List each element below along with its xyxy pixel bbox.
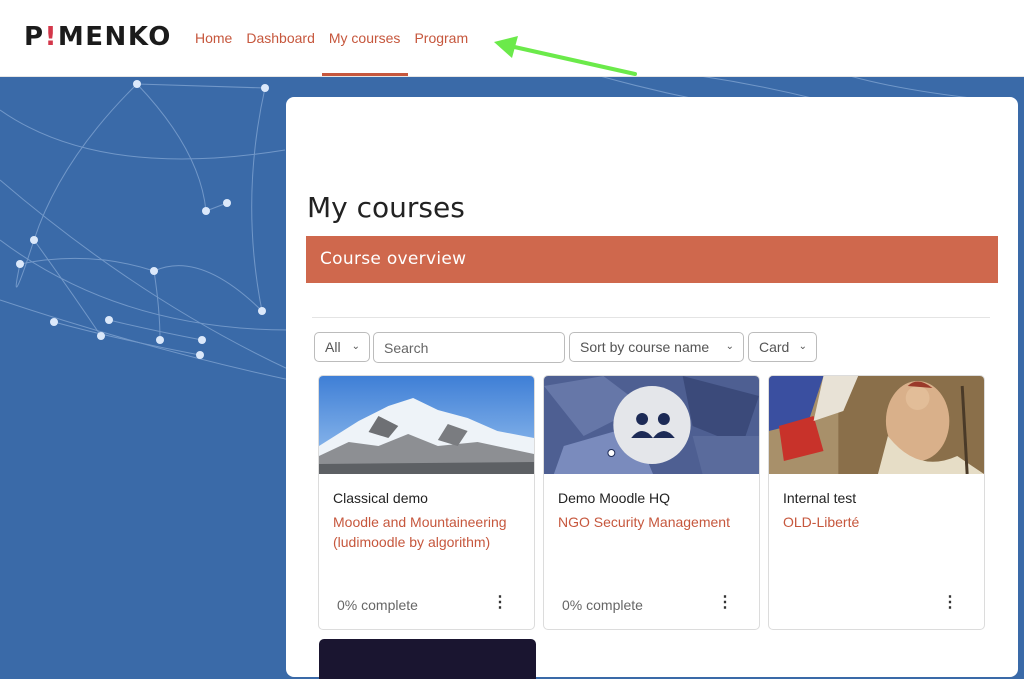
nav-dashboard[interactable]: Dashboard — [246, 0, 315, 76]
course-category: Demo Moodle HQ — [558, 490, 671, 506]
liberty-painting-image — [769, 376, 984, 474]
primary-navigation: Home Dashboard My courses Program — [195, 0, 482, 76]
section-title: Course overview — [320, 249, 467, 269]
group-discussion-image — [544, 376, 759, 474]
logo-text-left: P — [24, 22, 45, 52]
course-card[interactable]: Demo Moodle HQ NGO Security Management 0… — [543, 375, 760, 630]
course-category: Classical demo — [333, 490, 428, 506]
view-value: Card — [759, 339, 790, 355]
course-overview-header: Course overview — [306, 236, 998, 283]
search-input[interactable] — [373, 332, 565, 363]
sort-dropdown[interactable]: Sort by course name ⌄ — [569, 332, 744, 362]
more-actions-icon[interactable]: ⋮ — [942, 595, 958, 611]
course-progress: 0% complete — [562, 597, 643, 613]
more-actions-icon[interactable]: ⋮ — [717, 595, 733, 611]
logo-mark: ! — [44, 22, 58, 52]
chevron-down-icon: ⌄ — [351, 341, 360, 352]
course-name-link[interactable]: OLD-Liberté — [783, 513, 969, 533]
page-title: My courses — [307, 191, 465, 224]
course-progress: 0% complete — [337, 597, 418, 613]
view-dropdown[interactable]: Card ⌄ — [748, 332, 817, 362]
divider — [312, 317, 990, 318]
sort-value: Sort by course name — [580, 339, 710, 355]
course-category: Internal test — [783, 490, 857, 506]
annotation-arrow-icon — [494, 36, 637, 76]
course-card-partial[interactable] — [319, 639, 536, 679]
more-actions-icon[interactable]: ⋮ — [492, 595, 508, 611]
grouping-dropdown[interactable]: All ⌄ — [314, 332, 370, 362]
chevron-down-icon: ⌄ — [798, 341, 807, 352]
site-logo[interactable]: P!MENKO — [24, 22, 172, 52]
main-content: My courses Course overview All ⌄ Sort by… — [286, 97, 1018, 679]
grouping-value: All — [325, 339, 341, 355]
nav-my-courses[interactable]: My courses — [321, 0, 408, 76]
course-card[interactable]: Classical demo Moodle and Mountaineering… — [318, 375, 535, 630]
course-card[interactable]: Internal test OLD-Liberté ⋮ — [768, 375, 985, 630]
nav-home[interactable]: Home — [195, 0, 232, 76]
logo-text-right: MENKO — [57, 22, 172, 52]
mountain-snow-image — [319, 376, 534, 474]
chevron-down-icon: ⌄ — [725, 341, 734, 352]
course-name-link[interactable]: NGO Security Management — [558, 513, 744, 533]
nav-program[interactable]: Program — [414, 0, 468, 76]
course-name-link[interactable]: Moodle and Mountaineering (ludimoodle by… — [333, 513, 519, 552]
